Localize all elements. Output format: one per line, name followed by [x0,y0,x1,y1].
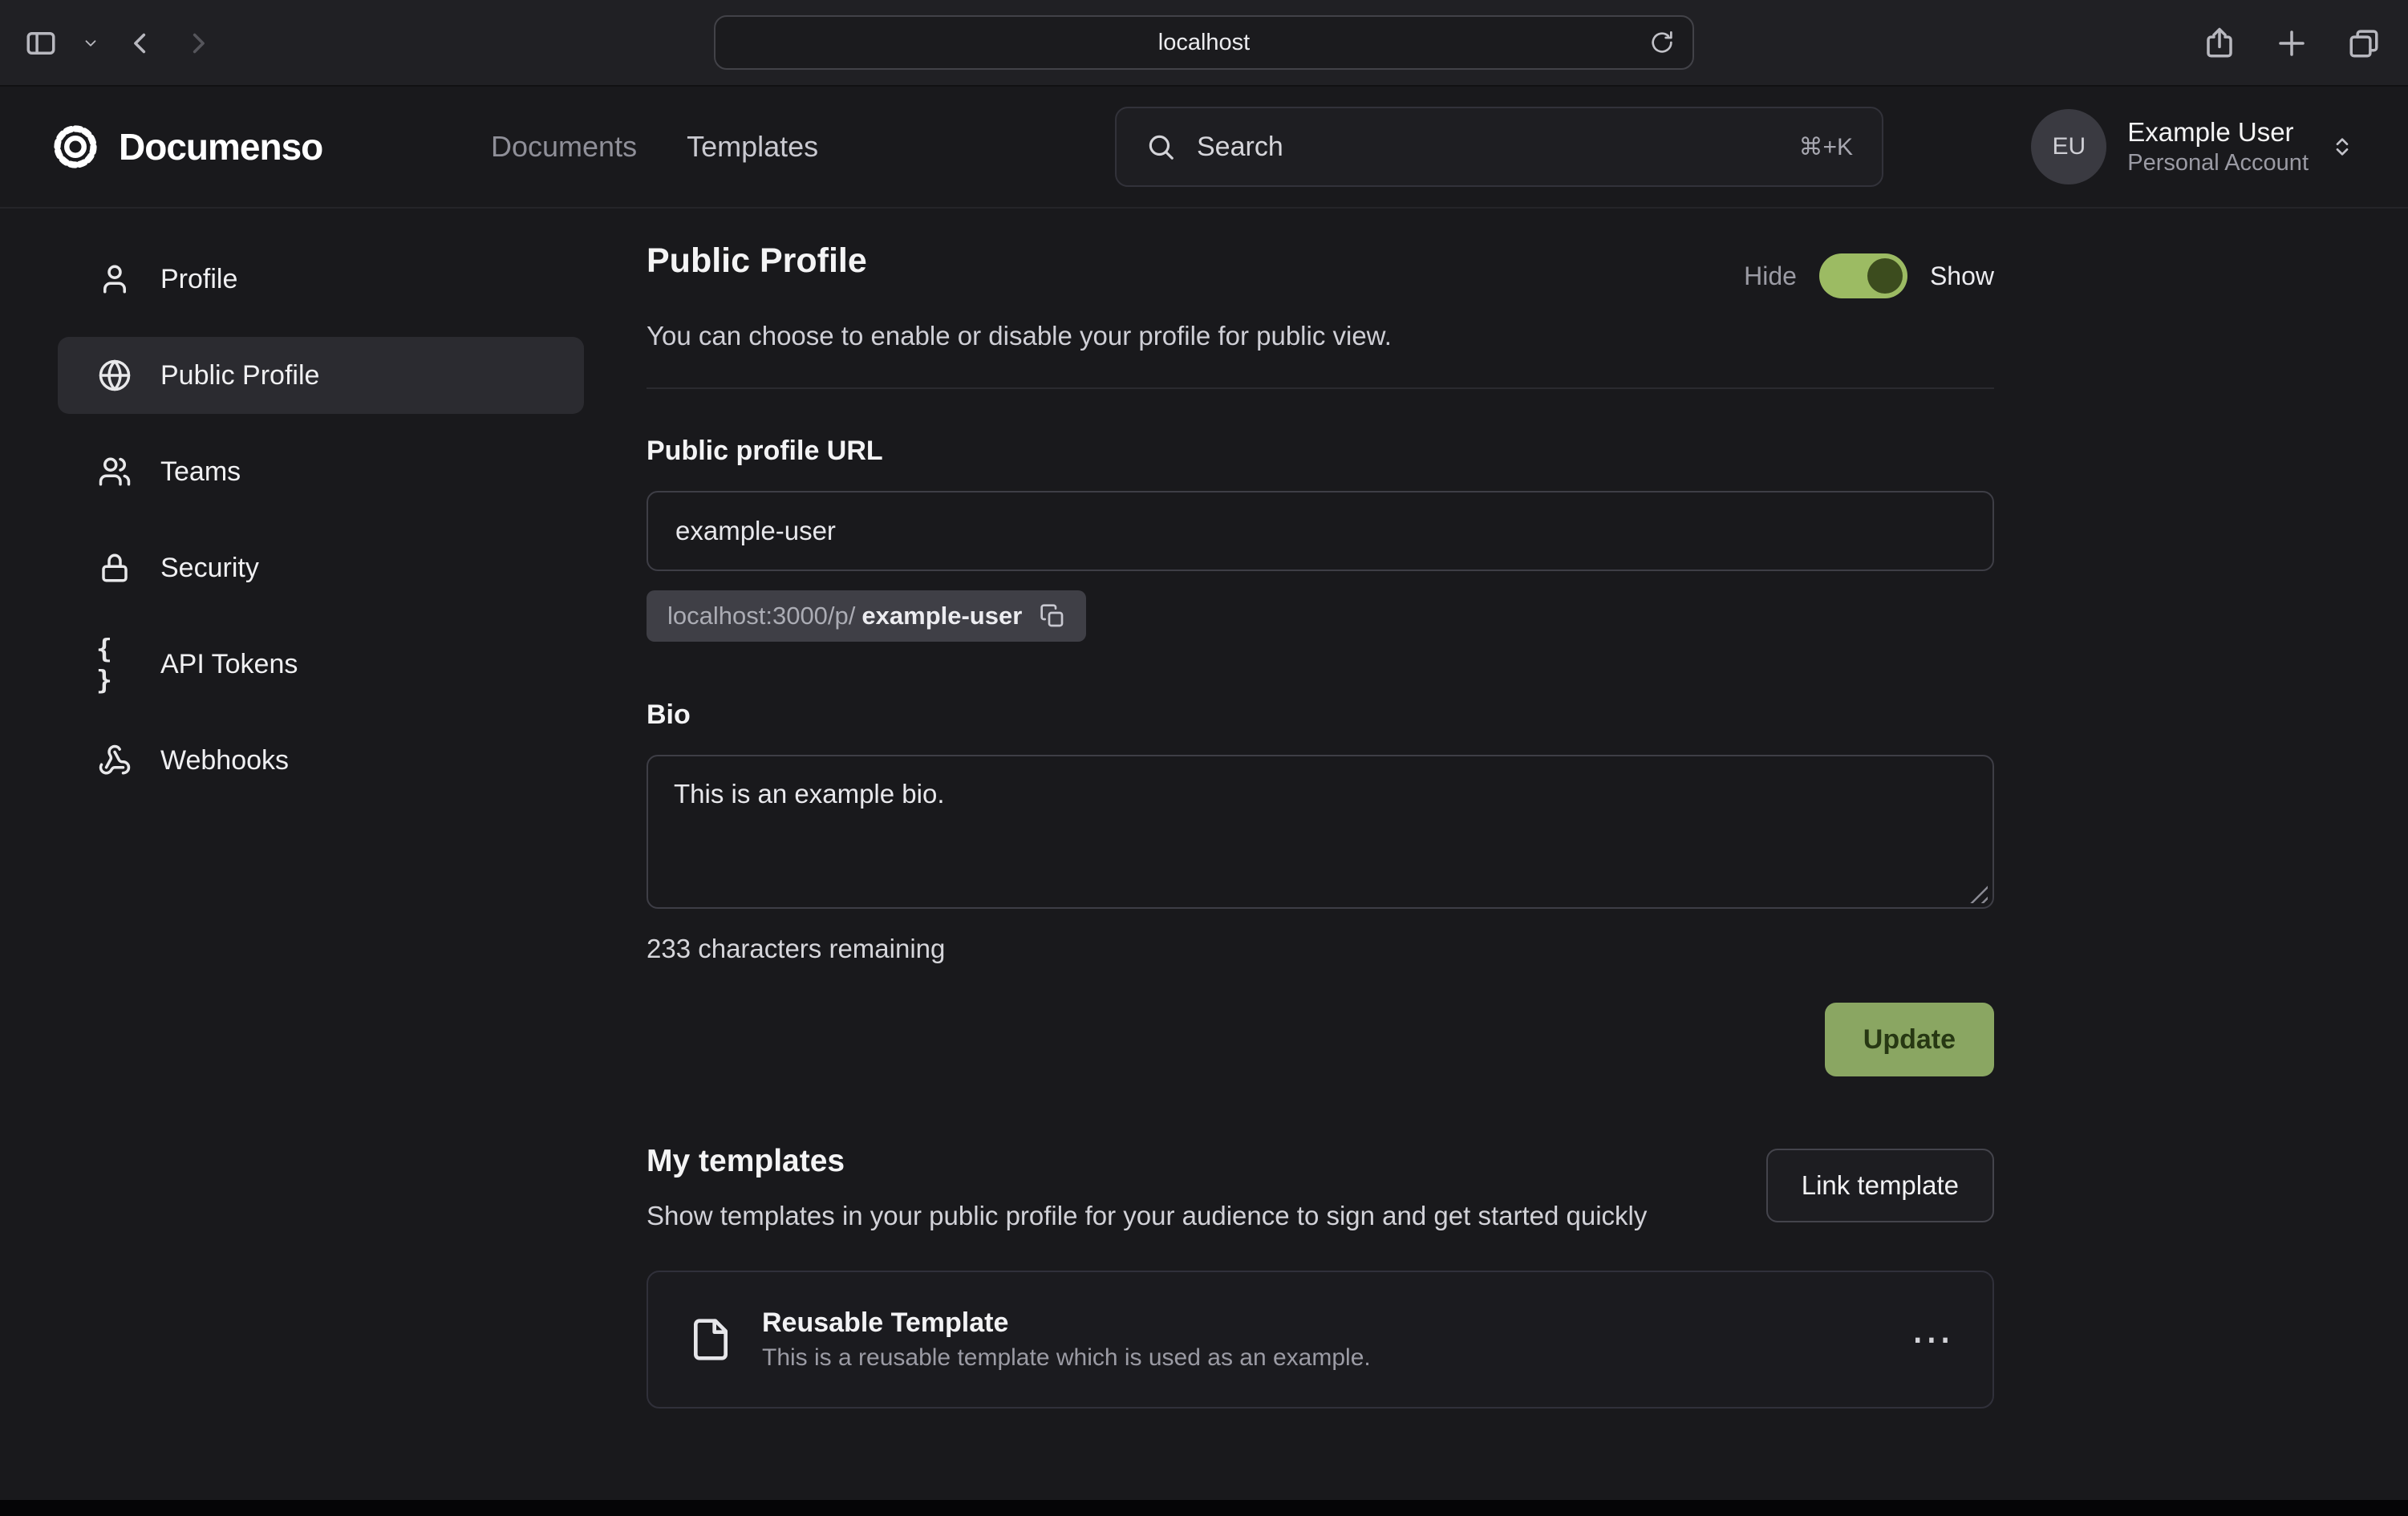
profile-visibility-control: Hide Show [1744,253,1994,298]
sidebar-item-security[interactable]: Security [58,529,584,606]
sidebar-item-label: Webhooks [160,745,289,776]
url-text: localhost [1158,30,1250,56]
account-menu[interactable]: EU Example User Personal Account [2031,109,2355,184]
search-icon [1145,132,1176,162]
reload-icon[interactable] [1649,30,1675,55]
user-account-type: Personal Account [2127,152,2309,175]
user-name: Example User [2127,119,2309,145]
brand-name: Documenso [119,125,322,168]
profile-url-input[interactable] [647,491,1994,571]
globe-icon [96,359,133,392]
tabs-overview-icon[interactable] [2347,26,2381,60]
sidebar-item-label: Profile [160,264,237,295]
toggle-knob [1867,258,1903,294]
template-menu-icon[interactable]: ⋯ [1911,1329,1952,1350]
forward-icon[interactable] [181,26,215,60]
toolbar-left-group [24,0,215,87]
webhook-icon [96,744,133,777]
braces-icon: { } [96,633,133,695]
template-card: Reusable Template This is a reusable tem… [647,1271,1994,1409]
sidebar-item-api-tokens[interactable]: { } API Tokens [58,626,584,703]
public-profile-settings: Public Profile Hide Show You can choose … [647,241,1994,1409]
users-icon [96,455,133,488]
title-block: Public Profile [647,241,867,282]
show-label: Show [1930,261,1994,291]
lock-icon [96,551,133,585]
back-icon[interactable] [124,26,157,60]
share-icon[interactable] [2203,26,2236,60]
sidebar-item-label: Teams [160,456,241,488]
brand[interactable]: Documenso [51,123,322,171]
templates-head-text: My templates Show templates in your publ… [647,1144,1647,1234]
search-bar[interactable]: ⌘+K [1115,107,1883,187]
sidebar-item-profile[interactable]: Profile [58,241,584,318]
address-bar[interactable]: localhost [714,15,1694,70]
sidebar-item-label: Security [160,553,259,584]
sidebar-item-label: Public Profile [160,360,319,391]
nav-templates[interactable]: Templates [687,130,818,164]
url-slug: example-user [861,602,1022,630]
bottom-strip [0,1500,2408,1516]
url-prefix: localhost:3000/p/ [667,602,855,630]
search-shortcut: ⌘+K [1798,133,1853,161]
search-input[interactable] [1197,132,1778,163]
divider [647,387,1994,389]
avatar: EU [2031,109,2106,184]
template-meta: Reusable Template This is a reusable tem… [762,1309,1371,1370]
settings-sidebar: Profile Public Profile Teams Security { … [58,241,584,799]
browser-toolbar: localhost [0,0,2408,87]
bio-textarea[interactable]: This is an example bio. [647,755,1994,909]
template-name: Reusable Template [762,1309,1371,1336]
profile-url-copy[interactable]: localhost:3000/p/ example-user [647,590,1086,642]
update-button[interactable]: Update [1825,1003,1994,1076]
page-subtitle: You can choose to enable or disable your… [647,319,1994,352]
user-meta: Example User Personal Account [2127,119,2309,175]
my-templates-title: My templates [647,1144,1647,1179]
profile-visibility-toggle[interactable] [1819,253,1907,298]
bio-label: Bio [647,699,1994,731]
my-templates-description: Show templates in your public profile fo… [647,1198,1647,1234]
app-header: Documenso Documents Templates ⌘+K EU Exa… [0,87,2408,209]
nav-documents[interactable]: Documents [491,130,637,164]
link-template-button[interactable]: Link template [1766,1149,1994,1222]
file-icon [688,1317,733,1362]
user-icon [96,262,133,296]
sidebar-item-label: API Tokens [160,649,298,680]
sidebar-item-public-profile[interactable]: Public Profile [58,337,584,414]
toolbar-chevron-down-icon[interactable] [82,34,99,52]
chevron-up-down-icon [2329,134,2355,160]
characters-remaining: 233 characters remaining [647,934,1994,964]
top-nav: Documents Templates [491,130,818,164]
copy-icon [1040,603,1065,629]
hide-label: Hide [1744,261,1797,291]
sidebar-toggle-icon[interactable] [24,26,58,60]
app-window: localhost Documenso Do [0,0,2408,1516]
page-title: Public Profile [647,241,867,282]
sidebar-item-teams[interactable]: Teams [58,433,584,510]
sidebar-item-webhooks[interactable]: Webhooks [58,722,584,799]
profile-url-label: Public profile URL [647,436,1994,467]
documenso-logo-icon [51,123,99,171]
toolbar-right-group [2203,0,2381,87]
template-description: This is a reusable template which is use… [762,1346,1371,1370]
new-tab-icon[interactable] [2275,26,2309,60]
